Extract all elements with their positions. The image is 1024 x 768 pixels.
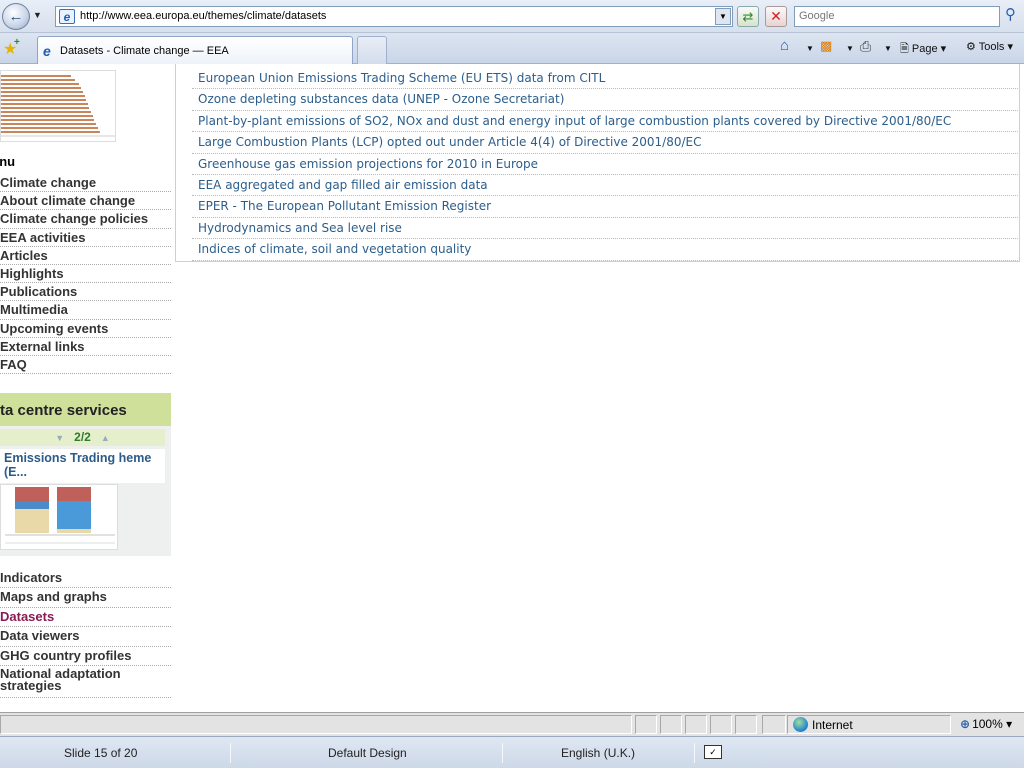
sidebar-item-national-adaptation-strategies[interactable]: National adaptation strategies (0, 666, 171, 698)
dataset-link[interactable]: Greenhouse gas emission projections for … (192, 154, 1018, 175)
design-name: Default Design (328, 746, 407, 760)
sidebar-item-publications[interactable]: Publications (0, 283, 171, 302)
browser-status-bar: Internet ⊕ 100% ▾ (0, 712, 1024, 736)
chevron-down-icon[interactable]: ▼ (55, 433, 64, 443)
zoom-icon: ⊕ (960, 717, 971, 731)
status-cell (635, 715, 657, 734)
powerpoint-status-bar: Slide 15 of 20 Default Design English (U… (0, 736, 1024, 768)
dataset-link[interactable]: Indices of climate, soil and vegetation … (192, 239, 1018, 261)
print-dropdown-icon[interactable]: ▼ (884, 44, 892, 53)
dataset-link[interactable]: Hydrodynamics and Sea level rise (192, 218, 1018, 240)
sidebar-item-climate-change-policies[interactable]: Climate change policies (0, 210, 171, 229)
sidebar-item-climate-change[interactable]: Climate change (0, 174, 171, 193)
history-dropdown-icon[interactable]: ▼ (33, 10, 42, 20)
sidebar-item-about-climate-change[interactable]: About climate change (0, 192, 171, 211)
divider (502, 743, 503, 763)
status-cell (762, 715, 786, 734)
sidebar-item-upcoming-events[interactable]: Upcoming events (0, 320, 171, 338)
sidebar-item-ghg-country-profiles[interactable]: GHG country profiles (0, 647, 171, 666)
page-menu-label: Page (911, 43, 938, 55)
dataset-link[interactable]: Ozone depleting substances data (UNEP - … (192, 89, 1018, 111)
sidebar-item-external-links[interactable]: External links (0, 338, 171, 356)
feeds-icon[interactable]: ▩ (820, 38, 832, 54)
datasets-panel: European Union Emissions Trading Scheme … (175, 64, 1020, 262)
carousel-pager: ▼ 2/2 ▲ (0, 429, 165, 446)
carousel-item-thumbnail[interactable] (0, 484, 118, 550)
language-indicator[interactable]: English (U.K.) (561, 746, 635, 760)
status-cell (710, 715, 732, 734)
sidebar-menu: Climate change About climate change Clim… (0, 174, 171, 375)
sidebar-data-links: Indicators Maps and graphs Datasets Data… (0, 569, 171, 698)
dataset-link[interactable]: Plant-by-plant emissions of SO2, NOx and… (192, 111, 1018, 133)
home-icon[interactable]: ⌂ (780, 37, 789, 54)
back-arrow-icon: ← (8, 8, 24, 25)
tab-toolbar: ★ + e Datasets - Climate change — EEA ⌂ … (0, 33, 1024, 64)
search-icon[interactable]: ⚲ (1005, 5, 1024, 27)
pager-count: 2/2 (74, 430, 91, 444)
dataset-link[interactable]: EEA aggregated and gap filled air emissi… (192, 175, 1018, 197)
stacked-bar-thumbnail-image (5, 487, 115, 544)
print-icon[interactable]: ⎙ (860, 38, 871, 55)
datasets-list: European Union Emissions Trading Scheme … (192, 68, 1018, 261)
status-cell (685, 715, 707, 734)
zone-cell (787, 715, 951, 734)
chevron-up-icon[interactable]: ▲ (101, 433, 110, 443)
address-text[interactable]: http://www.eea.europa.eu/themes/climate/… (80, 10, 326, 22)
divider (230, 743, 231, 763)
status-cell (660, 715, 682, 734)
dataset-link[interactable]: Large Combustion Plants (LCP) opted out … (192, 132, 1018, 154)
sidebar-item-datasets[interactable]: Datasets (0, 608, 171, 628)
data-centre-services-heading: ta centre services (0, 393, 171, 426)
bar-chart-thumbnail-image (1, 75, 115, 137)
chart-thumbnail[interactable] (0, 70, 116, 142)
status-cell (735, 715, 757, 734)
back-button[interactable]: ← (2, 3, 30, 30)
home-dropdown-icon[interactable]: ▼ (806, 44, 814, 53)
tab-datasets[interactable]: e Datasets - Climate change — EEA (37, 36, 353, 64)
divider (694, 743, 695, 763)
add-favorite-icon[interactable]: + (14, 37, 20, 48)
refresh-button[interactable]: ⇄ (737, 6, 759, 27)
feeds-dropdown-icon[interactable]: ▼ (846, 44, 854, 53)
data-centre-carousel: ▼ 2/2 ▲ Emissions Trading heme (E... (0, 426, 171, 556)
tools-menu-button[interactable]: ⚙ Tools ▾ (966, 40, 1013, 53)
sidebar-item-data-viewers[interactable]: Data viewers (0, 627, 171, 647)
slide-counter: Slide 15 of 20 (64, 746, 138, 760)
address-bar[interactable]: e http://www.eea.europa.eu/themes/climat… (55, 6, 733, 27)
page-content: enu Climate change About climate change … (0, 64, 1024, 712)
tab-title: Datasets - Climate change — EEA (60, 45, 229, 57)
menu-heading: enu (0, 154, 16, 169)
new-tab-button[interactable] (357, 36, 387, 64)
dataset-link[interactable]: European Union Emissions Trading Scheme … (192, 68, 1018, 90)
page-icon: 🗎 (900, 43, 909, 55)
gear-icon: ⚙ (966, 41, 976, 53)
sidebar-item-multimedia[interactable]: Multimedia (0, 301, 171, 320)
spellcheck-icon[interactable]: ✓ (704, 745, 722, 759)
ie-tab-icon: e (43, 43, 51, 59)
search-placeholder: Google (799, 10, 835, 22)
sidebar-item-indicators[interactable]: Indicators (0, 569, 171, 589)
dataset-link[interactable]: EPER - The European Pollutant Emission R… (192, 196, 1018, 218)
search-input[interactable]: Google (794, 6, 1000, 27)
stop-button[interactable]: ✕ (765, 6, 787, 27)
carousel-item-title[interactable]: Emissions Trading heme (E... (0, 449, 165, 483)
sidebar-item-highlights[interactable]: Highlights (0, 265, 171, 284)
sidebar-item-articles[interactable]: Articles (0, 247, 171, 265)
address-toolbar: ← ▼ e http://www.eea.europa.eu/themes/cl… (0, 0, 1024, 33)
zoom-level: 100% (972, 717, 1003, 731)
sidebar-item-maps-and-graphs[interactable]: Maps and graphs (0, 588, 171, 608)
address-dropdown-icon[interactable]: ▼ (715, 8, 731, 25)
refresh-icon: ⇄ (742, 8, 754, 24)
zoom-control[interactable]: ⊕ 100% ▾ (958, 715, 1012, 734)
stop-icon: ✕ (770, 8, 782, 24)
page-menu-button[interactable]: 🗎 Page ▾ (900, 40, 946, 59)
sidebar-item-eea-activities[interactable]: EEA activities (0, 229, 171, 247)
status-text-cell (0, 715, 632, 734)
sidebar-item-faq[interactable]: FAQ (0, 356, 171, 375)
tools-menu-label: Tools (978, 41, 1005, 53)
ie-page-icon: e (59, 9, 75, 24)
